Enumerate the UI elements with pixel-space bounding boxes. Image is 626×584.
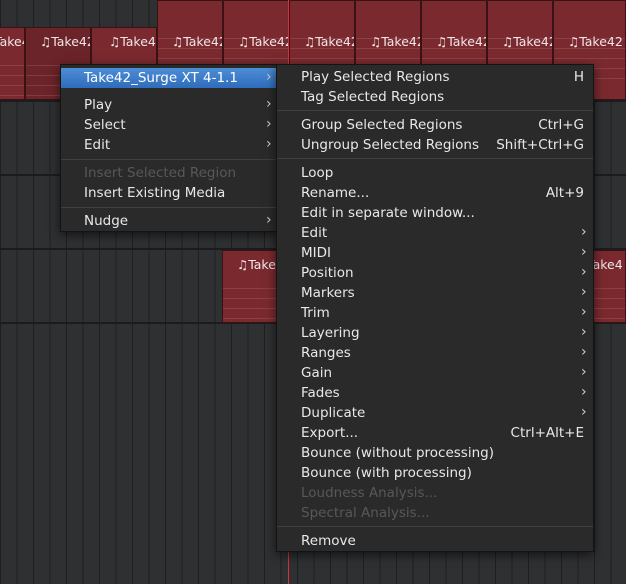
- menu-item-label: Layering: [301, 325, 360, 341]
- menu-item-shortcut: Alt+9: [545, 185, 584, 201]
- menu-item-shortcut: Shift+Ctrl+G: [496, 137, 584, 153]
- chevron-right-icon: ›: [266, 116, 272, 132]
- menu-item-label: Markers: [301, 285, 355, 301]
- menu-item-label: Spectral Analysis...: [301, 505, 430, 521]
- menu-item-label: Remove: [301, 533, 356, 549]
- menu-item-label: Fades: [301, 385, 340, 401]
- region-notes: [0, 56, 24, 99]
- menu-item-shortcut: Ctrl+G: [538, 117, 584, 133]
- chevron-right-icon: ›: [581, 384, 587, 400]
- region-name: Take42: [0, 34, 24, 49]
- menu-item-ranges[interactable]: Ranges ›: [277, 343, 593, 363]
- menu-item-label: Export...: [301, 425, 359, 441]
- menu-separator: [277, 158, 593, 159]
- region-name: ♫Take42: [502, 34, 553, 49]
- region-name: ♫Take42: [436, 34, 487, 49]
- menu-separator: [277, 526, 593, 527]
- menu-item-label: Edit in separate window...: [301, 205, 475, 221]
- chevron-right-icon: ›: [266, 136, 272, 152]
- chevron-right-icon: ›: [581, 404, 587, 420]
- chevron-right-icon: ›: [266, 96, 272, 112]
- region-name: ♫Take42: [238, 34, 289, 49]
- region-submenu: Play Selected Regions H Tag Selected Reg…: [276, 64, 594, 552]
- menu-item-label: Loop: [301, 165, 334, 181]
- menu-item-shortcut: H: [573, 69, 584, 85]
- chevron-right-icon: ›: [581, 324, 587, 340]
- chevron-right-icon: ›: [581, 284, 587, 300]
- chevron-right-icon: ›: [266, 69, 272, 85]
- region-name: ♫Take42: [568, 34, 623, 49]
- menu-item-export[interactable]: Export... Ctrl+Alt+E: [277, 423, 593, 443]
- menu-item-label: Play Selected Regions: [301, 69, 450, 85]
- menu-item-layering[interactable]: Layering ›: [277, 323, 593, 343]
- region-context-menu: Take42_Surge XT 4-1.1 › Play › Select › …: [60, 64, 280, 232]
- menu-item-rename[interactable]: Rename... Alt+9: [277, 183, 593, 203]
- menu-item-label: Ranges: [301, 345, 351, 361]
- menu-item-shortcut: Ctrl+Alt+E: [510, 425, 584, 441]
- menu-item-trim[interactable]: Trim ›: [277, 303, 593, 323]
- chevron-right-icon: ›: [266, 212, 272, 228]
- menu-item-fades[interactable]: Fades ›: [277, 383, 593, 403]
- menu-item-markers[interactable]: Markers ›: [277, 283, 593, 303]
- menu-item-label: Group Selected Regions: [301, 117, 463, 133]
- menu-item-label: Edit: [84, 137, 111, 153]
- menu-item-play-selected-regions[interactable]: Play Selected Regions H: [277, 67, 593, 87]
- menu-item-edit[interactable]: Edit ›: [61, 135, 279, 155]
- menu-item-label: MIDI: [301, 245, 332, 261]
- chevron-right-icon: ›: [581, 224, 587, 240]
- menu-item-midi[interactable]: MIDI ›: [277, 243, 593, 263]
- menu-item-label: Edit: [301, 225, 328, 241]
- menu-item-label: Bounce (with processing): [301, 465, 472, 481]
- menu-item-label: Select: [84, 117, 126, 133]
- menu-item-label: Insert Existing Media: [84, 185, 226, 201]
- region-name: ♫Take42: [40, 34, 91, 49]
- menu-item-play[interactable]: Play ›: [61, 95, 279, 115]
- menu-item-label: Bounce (without processing): [301, 445, 494, 461]
- chevron-right-icon: ›: [581, 364, 587, 380]
- menu-item-remove[interactable]: Remove: [277, 531, 593, 551]
- menu-item-tag-selected-regions[interactable]: Tag Selected Regions: [277, 87, 593, 107]
- menu-item-group-selected-regions[interactable]: Group Selected Regions Ctrl+G: [277, 115, 593, 135]
- menu-item-gain[interactable]: Gain ›: [277, 363, 593, 383]
- menu-item-bounce-without-processing[interactable]: Bounce (without processing): [277, 443, 593, 463]
- midi-region[interactable]: Take42: [0, 27, 25, 100]
- chevron-right-icon: ›: [581, 264, 587, 280]
- region-name: ♫Take42: [172, 34, 223, 49]
- menu-item-label: Play: [84, 97, 113, 113]
- menu-item-bounce-with-processing[interactable]: Bounce (with processing): [277, 463, 593, 483]
- menu-item-loudness-analysis: Loudness Analysis...: [277, 483, 593, 503]
- menu-item-label: Nudge: [84, 213, 129, 229]
- menu-item-label: Loudness Analysis...: [301, 485, 438, 501]
- menu-item-region-header[interactable]: Take42_Surge XT 4-1.1 ›: [61, 68, 279, 88]
- region-name: ♫Take42: [304, 34, 355, 49]
- menu-separator: [61, 159, 279, 160]
- menu-item-label: Insert Selected Region: [84, 165, 237, 181]
- menu-item-select[interactable]: Select ›: [61, 115, 279, 135]
- menu-item-edit-in-separate-window[interactable]: Edit in separate window...: [277, 203, 593, 223]
- region-name: ♫Take42: [370, 34, 421, 49]
- chevron-right-icon: ›: [581, 344, 587, 360]
- menu-separator: [61, 207, 279, 208]
- menu-item-label: Duplicate: [301, 405, 366, 421]
- menu-item-label: Rename...: [301, 185, 370, 201]
- menu-item-insert-existing-media[interactable]: Insert Existing Media: [61, 183, 279, 203]
- menu-item-insert-selected-region: Insert Selected Region: [61, 163, 279, 183]
- menu-item-spectral-analysis: Spectral Analysis...: [277, 503, 593, 523]
- chevron-right-icon: ›: [581, 304, 587, 320]
- menu-item-position[interactable]: Position ›: [277, 263, 593, 283]
- chevron-right-icon: ›: [581, 244, 587, 260]
- region-name: ♫Take42: [109, 34, 156, 49]
- menu-item-duplicate[interactable]: Duplicate ›: [277, 403, 593, 423]
- menu-separator: [277, 110, 593, 111]
- menu-item-label: Gain: [301, 365, 333, 381]
- menu-item-label: Ungroup Selected Regions: [301, 137, 479, 153]
- menu-item-label: Position: [301, 265, 354, 281]
- menu-item-label: Trim: [301, 305, 330, 321]
- menu-item-nudge[interactable]: Nudge ›: [61, 211, 279, 231]
- menu-item-edit[interactable]: Edit ›: [277, 223, 593, 243]
- menu-item-ungroup-selected-regions[interactable]: Ungroup Selected Regions Shift+Ctrl+G: [277, 135, 593, 155]
- menu-item-label: Take42_Surge XT 4-1.1: [84, 70, 238, 86]
- menu-item-loop[interactable]: Loop: [277, 163, 593, 183]
- menu-item-label: Tag Selected Regions: [301, 89, 445, 105]
